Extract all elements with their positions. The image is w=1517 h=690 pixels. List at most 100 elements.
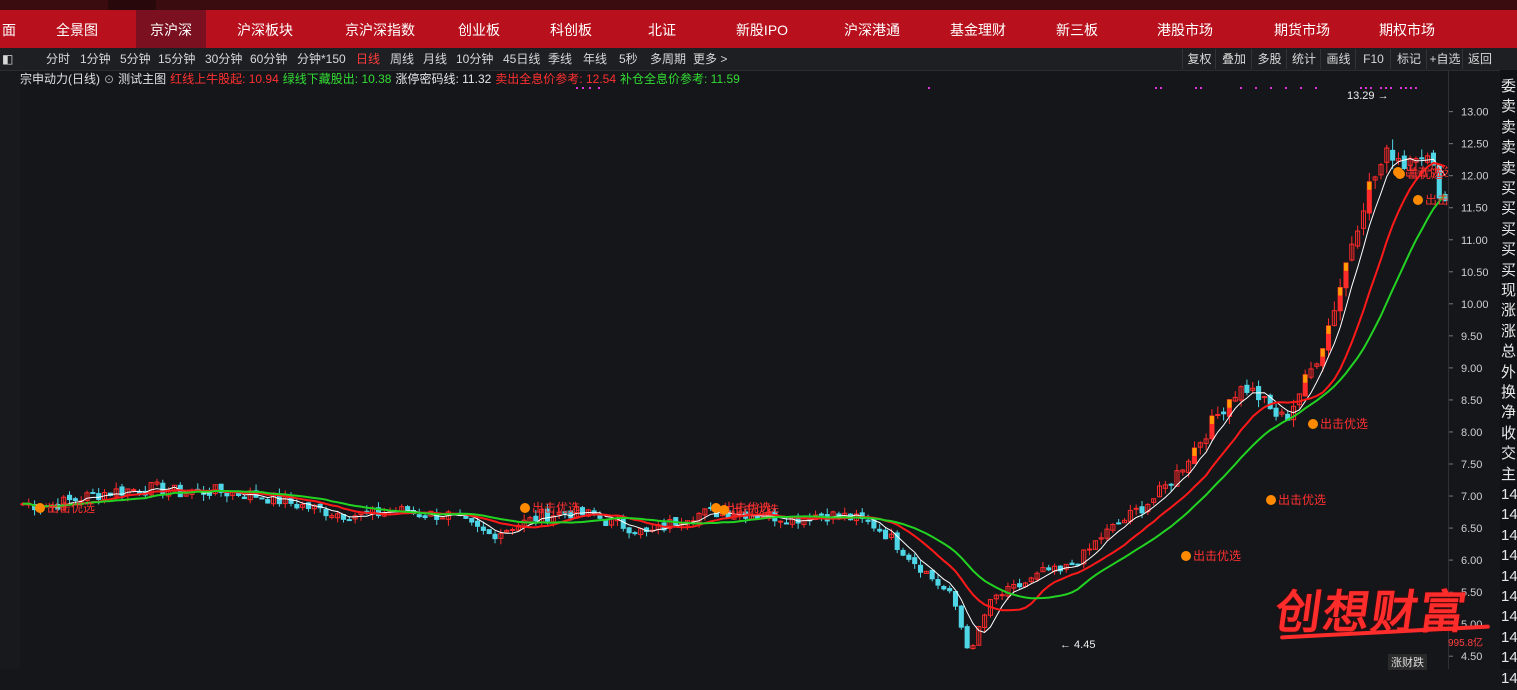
period-item-3[interactable]: 15分钟 (158, 48, 195, 70)
top-strip-active-tab[interactable] (108, 0, 156, 10)
bottom-status-tag: 涨财跌 (1388, 654, 1427, 670)
period-item-5[interactable]: 60分钟 (250, 48, 287, 70)
signal-dot-8 (1200, 87, 1202, 89)
quote-label-4: 卖 (1501, 159, 1517, 177)
nav-item-7[interactable]: 北证 (620, 10, 704, 48)
toolbar-right-button-3[interactable]: 统计 (1286, 49, 1321, 69)
signal-dot-4 (928, 87, 930, 89)
toolbar-right-button-6[interactable]: 标记 (1390, 49, 1427, 69)
quote-label-14: 外 (1501, 363, 1517, 381)
chart-canvas[interactable]: 出击优选 出击优选 出击优选出击优选出击优选出击优选出击优选出击优选击优选出击13.… (20, 86, 1453, 669)
signal-dot-23 (1410, 87, 1412, 89)
quote-label-10: 现 (1501, 282, 1517, 299)
price-tick-label-13: 6.50 (1461, 523, 1482, 535)
signal-dot-17 (1370, 87, 1372, 89)
stock-name[interactable]: 宗申动力(日线) (20, 72, 100, 86)
period-item-16[interactable]: 更多 > (693, 48, 727, 70)
quote-label-27: 14 (1501, 628, 1517, 646)
nav-item-13[interactable]: 期货市场 (1248, 10, 1356, 48)
toolbar-right-button-8[interactable]: 返回 (1462, 49, 1497, 69)
nav-item-11[interactable]: 新三板 (1032, 10, 1122, 48)
toolbar-right-button-1[interactable]: 叠加 (1215, 49, 1252, 69)
nav-item-8[interactable]: 新股IPO (704, 10, 820, 48)
signal-dot-6 (1160, 87, 1162, 89)
signal-marker-icon (35, 503, 45, 513)
nav-item-14[interactable]: 期权市场 (1356, 10, 1458, 48)
quote-label-21: 14 (1501, 506, 1517, 524)
indicator-value-1: 绿线下藏股出: 10.38 (282, 72, 392, 86)
candle-body-168 (999, 594, 1005, 597)
quote-label-15: 换 (1501, 384, 1517, 401)
toolbar-right-button-7[interactable]: +自选 (1426, 49, 1463, 69)
period-item-7[interactable]: 日线 (356, 48, 380, 70)
price-tick-label-4: 11.00 (1461, 235, 1488, 247)
signal-dot-14 (1315, 87, 1317, 89)
period-item-14[interactable]: 5秒 (619, 48, 638, 70)
market-nav-bar: 面全景图 京沪深 沪深板块 京沪深指数 创业板 科创板 北证 新股IPO 沪深港通 基金理财 新三板… (0, 10, 1517, 48)
price-tick-label-14: 6.00 (1461, 555, 1482, 567)
template-name[interactable]: 测试主图 (118, 72, 166, 86)
nav-item-1[interactable]: 全景图 (18, 10, 136, 48)
period-item-13[interactable]: 年线 (583, 48, 607, 70)
toolbar-left-icon[interactable]: ◧ (2, 48, 13, 70)
period-item-4[interactable]: 30分钟 (205, 48, 242, 70)
candle-body-156 (929, 569, 935, 580)
toolbar-right-button-4[interactable]: 画线 (1320, 49, 1356, 69)
nav-item-2[interactable]: 京沪深 (136, 10, 206, 48)
nav-item-5[interactable]: 创业板 (436, 10, 522, 48)
candle-body-176 (1046, 567, 1052, 571)
price-tick-label-10: 8.00 (1461, 427, 1482, 439)
candle-body-183 (1087, 548, 1093, 551)
period-item-8[interactable]: 周线 (390, 48, 414, 70)
nav-item-6[interactable]: 科创板 (522, 10, 620, 48)
period-item-15[interactable]: 多周期 (650, 48, 686, 70)
signal-label-5: 出击优选 (1278, 493, 1326, 507)
indicator-value-3: 卖出全息价参考: 12.54 (495, 72, 616, 86)
signal-dot-2 (589, 87, 591, 89)
signal-label-0: 出击优选 (47, 501, 95, 515)
period-item-1[interactable]: 1分钟 (80, 48, 111, 70)
period-item-0[interactable]: 分时 (46, 48, 70, 70)
period-item-6[interactable]: 分钟*150 (297, 48, 346, 70)
signal-dot-9 (1240, 87, 1242, 89)
nav-item-4[interactable]: 京沪深指数 (324, 10, 436, 48)
nav-item-0[interactable]: 面 (0, 10, 18, 48)
high-price-label: 13.29 → (1347, 90, 1389, 102)
candle-body-8 (67, 494, 73, 501)
quote-label-19: 主 (1501, 465, 1517, 483)
candle-body-171 (1017, 583, 1023, 588)
signal-label-4: 出击优选 (1193, 549, 1241, 563)
nav-item-3[interactable]: 沪深板块 (206, 10, 324, 48)
toolbar-right-button-2[interactable]: 多股 (1251, 49, 1287, 69)
candle-body-157 (935, 579, 941, 586)
candle-body-205 (1215, 413, 1221, 416)
candle-body-235 (1390, 149, 1396, 161)
candle-body-35 (224, 492, 230, 497)
signal-dot-7 (1195, 87, 1197, 89)
candle-body-213 (1261, 396, 1267, 399)
candle-body-191 (1133, 507, 1139, 510)
candle-body-104 (626, 527, 632, 534)
period-item-11[interactable]: 45日线 (503, 48, 540, 70)
nav-item-12[interactable]: 港股市场 (1122, 10, 1248, 48)
candle-body-130 (778, 520, 784, 523)
toolbar-right-button-0[interactable]: 复权 (1182, 49, 1216, 69)
candlestick-chart[interactable]: 出击优选 出击优选 出击优选 出击优选 出击优选 出击优选 出击优选 出击优选 击优选 出击 13.… (20, 86, 1453, 669)
nav-item-9[interactable]: 沪深港通 (820, 10, 924, 48)
indicator-value-4: 补仓全息价参考: 11.59 (620, 72, 740, 86)
candle-body-188 (1116, 522, 1122, 525)
signal-label-3: 出击优选 (731, 503, 779, 517)
candle-body-79 (480, 526, 486, 531)
candle-body-206 (1221, 411, 1227, 415)
period-item-10[interactable]: 10分钟 (456, 48, 493, 70)
period-item-9[interactable]: 月线 (423, 48, 447, 70)
period-item-12[interactable]: 季线 (548, 48, 572, 70)
candle-highlight-231 (1367, 181, 1372, 190)
quote-label-0: 委 (1501, 78, 1517, 95)
period-item-2[interactable]: 5分钟 (120, 48, 151, 70)
nav-item-10[interactable]: 基金理财 (924, 10, 1032, 48)
signal-marker-icon (1395, 169, 1405, 179)
quote-label-18: 交 (1501, 445, 1517, 463)
toolbar-right-button-5[interactable]: F10 (1355, 49, 1391, 69)
template-settings-icon[interactable]: ⊙ (104, 72, 114, 86)
